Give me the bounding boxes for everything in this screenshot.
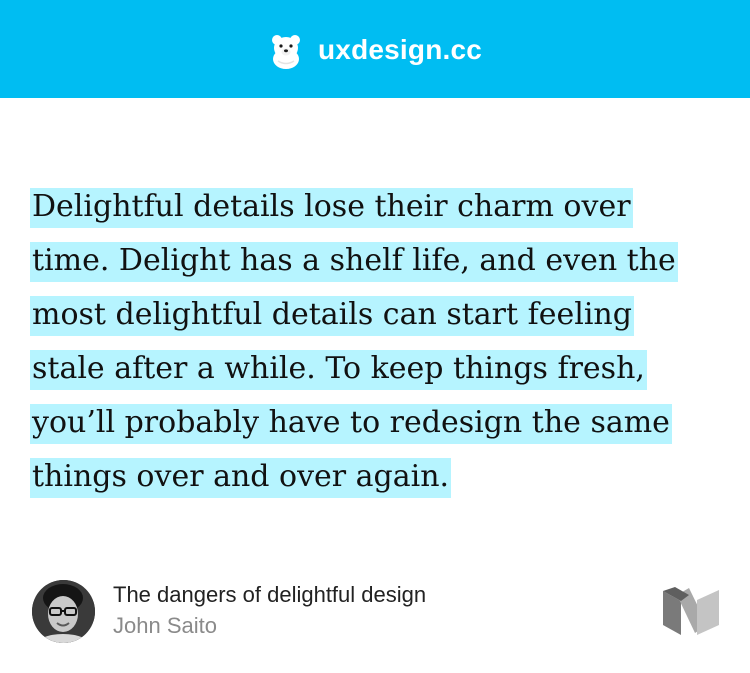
quote-line-text: time. Delight has a shelf life, and even…: [30, 242, 678, 282]
brand-name: uxdesign.cc: [318, 34, 483, 65]
quote-line-text: Delightful details lose their charm over: [30, 188, 633, 228]
quote-line: things over and over again.: [30, 450, 722, 504]
quote-line: most delightful details can start feelin…: [30, 288, 722, 342]
source-attribution[interactable]: The dangers of delightful design John Sa…: [32, 577, 722, 647]
quote-line-text: most delightful details can start feelin…: [30, 296, 634, 336]
pull-quote: Delightful details lose their charm over…: [30, 180, 722, 504]
brand[interactable]: uxdesign.cc: [266, 29, 482, 71]
polar-bear-icon: [272, 35, 300, 69]
author-photo-icon: [32, 580, 95, 643]
article-title[interactable]: The dangers of delightful design: [113, 582, 426, 608]
quote-line-text: stale after a while. To keep things fres…: [30, 350, 647, 390]
quote-line: you’ll probably have to redesign the sam…: [30, 396, 722, 450]
quote-card: uxdesign.cc Delightful details lose thei…: [0, 0, 750, 673]
author-avatar[interactable]: [32, 580, 95, 643]
quote-line: time. Delight has a shelf life, and even…: [30, 234, 722, 288]
author-name[interactable]: John Saito: [113, 613, 217, 639]
quote-line: Delightful details lose their charm over: [30, 180, 722, 234]
quote-line-text: things over and over again.: [30, 458, 452, 498]
quote-line: stale after a while. To keep things fres…: [30, 342, 722, 396]
header-bar: uxdesign.cc: [0, 0, 750, 98]
quote-line-text: you’ll probably have to redesign the sam…: [30, 404, 672, 444]
medium-logo-icon[interactable]: [663, 587, 719, 635]
